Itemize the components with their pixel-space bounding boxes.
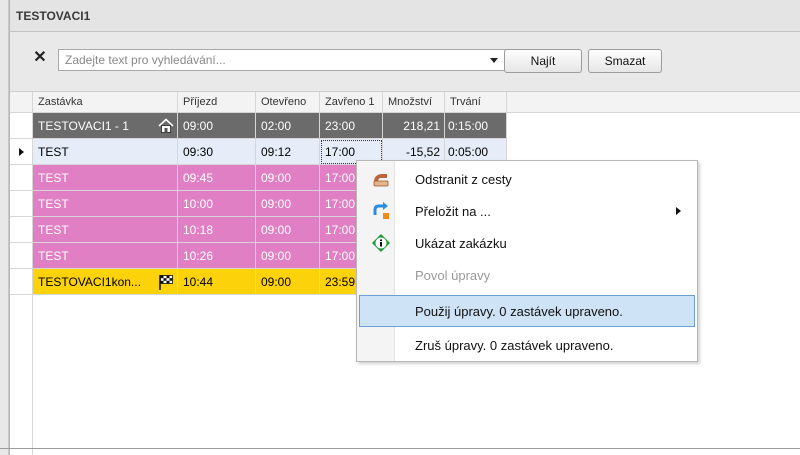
- menu-item-remove-from-route[interactable]: Odstranit z cesty: [359, 163, 695, 195]
- row-indicator: [10, 139, 33, 165]
- cell-open[interactable]: 02:00: [256, 113, 320, 139]
- column-header-close[interactable]: Zavřeno 1: [320, 92, 383, 113]
- column-header-stop[interactable]: Zastávka: [33, 92, 178, 113]
- cell-open[interactable]: 09:00: [256, 243, 320, 269]
- cell-quantity[interactable]: 218,21: [383, 113, 445, 139]
- close-icon[interactable]: ✕: [32, 50, 48, 66]
- menu-item-show-order[interactable]: Ukázat zakázku: [359, 227, 695, 259]
- cell-arrival[interactable]: 10:00: [178, 191, 256, 217]
- dropdown-arrow-icon[interactable]: [488, 54, 500, 66]
- move-to-icon: [373, 202, 389, 219]
- cell-duration[interactable]: 0:15:00: [445, 113, 507, 139]
- menu-item-label: Odstranit z cesty: [415, 172, 512, 187]
- cell-open[interactable]: 09:00: [256, 165, 320, 191]
- grid-header: Zastávka Příjezd Otevřeno Zavřeno 1 Množ…: [10, 92, 800, 113]
- context-menu: Odstranit z cesty Přeložit na ... Ukázat…: [356, 160, 698, 362]
- menu-item-apply-edits[interactable]: Použij úpravy. 0 zastávek upraveno.: [359, 295, 695, 327]
- row-indicator: [10, 269, 33, 295]
- finish-flag-icon: [159, 275, 173, 290]
- cell-open[interactable]: 09:00: [256, 269, 320, 295]
- cell-stop[interactable]: TESTOVACI1 - 1: [33, 113, 178, 139]
- cell-open[interactable]: 09:00: [256, 217, 320, 243]
- cell-stop[interactable]: TEST: [33, 243, 178, 269]
- cell-arrival[interactable]: 09:30: [178, 139, 256, 165]
- cell-stop[interactable]: TESTOVACI1kon...: [33, 269, 178, 295]
- menu-item-label: Použij úpravy. 0 zastávek upraveno.: [415, 304, 623, 319]
- menu-item-move-to[interactable]: Přeložit na ...: [359, 195, 695, 227]
- cell-open[interactable]: 09:12: [256, 139, 320, 165]
- cell-arrival[interactable]: 10:44: [178, 269, 256, 295]
- panel-header: TESTOVACI1: [10, 0, 800, 32]
- menu-item-cancel-edits[interactable]: Zruš úpravy. 0 zastávek upraveno.: [359, 329, 695, 361]
- menu-item-enable-edits[interactable]: Povol úpravy: [359, 259, 695, 291]
- menu-item-label: Ukázat zakázku: [415, 236, 507, 251]
- bottom-divider: [0, 448, 800, 449]
- current-row-arrow-icon: [19, 148, 24, 156]
- row-indicator: [10, 113, 33, 139]
- search-input[interactable]: Zadejte text pro vyhledávání...: [58, 49, 508, 71]
- panel-title: TESTOVACI1: [16, 9, 91, 23]
- menu-item-label: Povol úpravy: [415, 268, 491, 283]
- cell-stop[interactable]: TEST: [33, 165, 178, 191]
- row-indicator: [10, 165, 33, 191]
- column-header-open[interactable]: Otevřeno: [256, 92, 320, 113]
- info-icon: [372, 234, 390, 252]
- clear-button[interactable]: Smazat: [588, 49, 662, 73]
- submenu-arrow-icon: [676, 207, 681, 215]
- left-edge-panel: [0, 0, 9, 455]
- cell-stop[interactable]: TEST: [33, 139, 178, 165]
- route-panel: TESTOVACI1 ✕ Zadejte text pro vyhledáván…: [9, 0, 800, 455]
- row-indicator: [10, 191, 33, 217]
- column-header-quantity[interactable]: Množství: [383, 92, 445, 113]
- search-bar: ✕ Zadejte text pro vyhledávání... Najít …: [10, 32, 800, 92]
- table-row[interactable]: TESTOVACI1 - 1 09:00 02:00 23:00 218,21 …: [10, 113, 507, 139]
- row-indicator: [10, 243, 33, 269]
- cell-arrival[interactable]: 09:00: [178, 113, 256, 139]
- cell-stop[interactable]: TEST: [33, 191, 178, 217]
- cell-arrival[interactable]: 09:45: [178, 165, 256, 191]
- column-header-duration[interactable]: Trvání: [445, 92, 507, 113]
- cell-arrival[interactable]: 10:18: [178, 217, 256, 243]
- cell-stop[interactable]: TEST: [33, 217, 178, 243]
- find-button[interactable]: Najít: [504, 49, 582, 73]
- menu-item-label: Zruš úpravy. 0 zastávek upraveno.: [415, 338, 614, 353]
- stop-name: TESTOVACI1kon...: [38, 275, 141, 289]
- home-icon: [158, 118, 174, 133]
- cell-open[interactable]: 09:00: [256, 191, 320, 217]
- cell-close[interactable]: 23:00: [320, 113, 383, 139]
- remove-from-route-icon: [373, 174, 389, 187]
- stop-name: TESTOVACI1 - 1: [38, 119, 129, 133]
- column-header-arrival[interactable]: Příjezd: [178, 92, 256, 113]
- search-placeholder: Zadejte text pro vyhledávání...: [65, 53, 226, 67]
- row-indicator: [10, 217, 33, 243]
- row-indicator-header: [10, 92, 33, 113]
- cell-arrival[interactable]: 10:26: [178, 243, 256, 269]
- menu-item-label: Přeložit na ...: [415, 204, 491, 219]
